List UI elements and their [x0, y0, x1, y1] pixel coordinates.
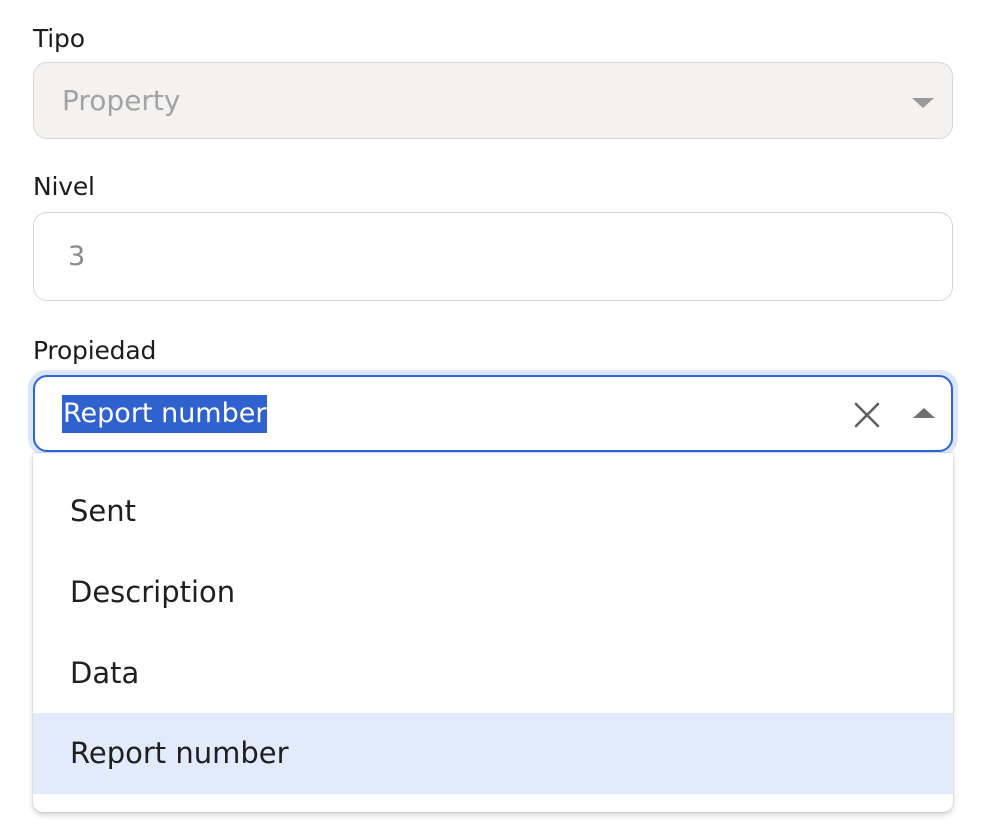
tipo-label: Tipo — [33, 24, 85, 53]
chevron-down-icon[interactable] — [912, 98, 934, 108]
close-icon[interactable] — [851, 399, 883, 431]
propiedad-dropdown-list: Sent Description Data Report number — [33, 453, 953, 812]
propiedad-combobox[interactable]: Report number — [33, 375, 953, 452]
nivel-input[interactable]: 3 — [33, 212, 953, 301]
option-report-number[interactable]: Report number — [33, 713, 953, 794]
tipo-select[interactable]: Property — [33, 62, 953, 139]
chevron-up-icon[interactable] — [913, 408, 935, 418]
nivel-label: Nivel — [33, 172, 95, 201]
tipo-value: Property — [62, 84, 181, 117]
option-sent[interactable]: Sent — [33, 471, 953, 552]
option-data[interactable]: Data — [33, 633, 953, 714]
option-description[interactable]: Description — [33, 552, 953, 633]
nivel-value: 3 — [68, 241, 86, 272]
propiedad-label: Propiedad — [33, 336, 157, 365]
propiedad-input-value[interactable]: Report number — [62, 395, 268, 433]
